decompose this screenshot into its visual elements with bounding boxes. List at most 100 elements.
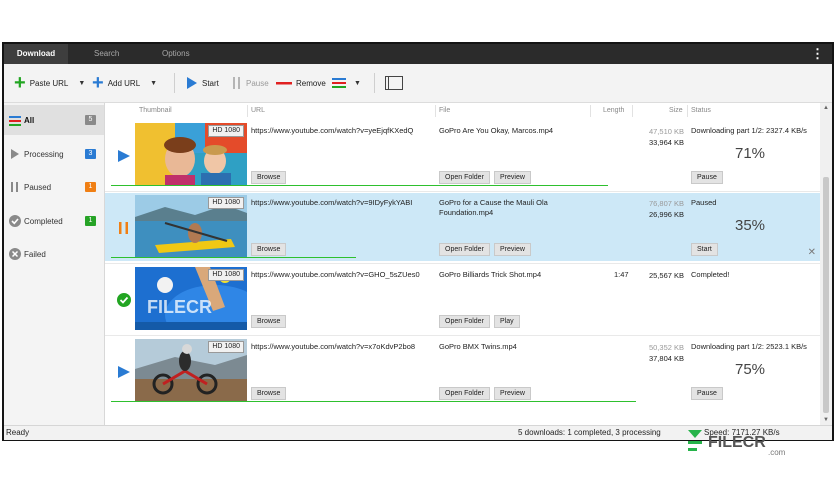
toolbar-divider: [174, 73, 175, 93]
browse-button[interactable]: Browse: [251, 171, 287, 184]
column-header-file[interactable]: File: [439, 103, 450, 119]
download-row[interactable]: HD 1080 https://www.youtube.com/watch?v=…: [105, 193, 820, 261]
downloads-list: Thumbnail URL File Length Size Status HD…: [105, 103, 820, 425]
paste-url-label: Paste URL: [29, 78, 69, 88]
tab-search[interactable]: Search: [94, 44, 119, 64]
sidebar-item-label: Processing: [24, 149, 64, 159]
progress-percent: 35%: [735, 217, 766, 234]
file-size: 47,510 KB 33,964 KB: [636, 126, 684, 148]
tab-download[interactable]: Download: [4, 44, 68, 64]
download-row[interactable]: HD 1080 FILECR https://www.youtube.com/w…: [105, 265, 820, 333]
quality-badge: HD 1080: [208, 197, 244, 209]
file-name: GoPro for a Cause the Mauli Ola Foundati…: [439, 198, 548, 217]
vertical-scrollbar[interactable]: ▲ ▼: [820, 103, 832, 425]
plus-icon: +: [14, 72, 26, 94]
preview-button[interactable]: Preview: [494, 387, 531, 400]
preview-button[interactable]: Preview: [494, 171, 531, 184]
download-row[interactable]: HD 1080 https://www.youtube.com/watch?v=…: [105, 121, 820, 189]
chevron-down-icon[interactable]: ▼: [150, 80, 157, 87]
size-downloaded: 47,510 KB: [648, 127, 684, 136]
status-text: Completed!: [691, 270, 730, 279]
progress-bar: [111, 257, 356, 258]
sidebar: All 5 Processing 3 Paused 1 Completed 1 …: [4, 103, 105, 425]
count-badge: 1: [85, 216, 96, 226]
list-icon: [9, 114, 21, 126]
status-text: Paused: [691, 198, 717, 207]
open-folder-button[interactable]: Open Folder: [439, 171, 490, 184]
remove-label: Remove: [296, 78, 326, 88]
row-divider: [105, 191, 820, 192]
preview-button[interactable]: Preview: [494, 243, 531, 256]
play-icon: [187, 77, 197, 89]
more-options-icon[interactable]: ⋮: [811, 47, 824, 61]
sort-menu-button[interactable]: ▼: [332, 74, 361, 92]
file-size: 25,567 KB: [636, 270, 684, 281]
column-divider: [435, 105, 436, 117]
pause-button[interactable]: Pause: [691, 171, 723, 184]
pause-button[interactable]: Pause: [232, 74, 269, 92]
minus-icon: [276, 82, 292, 85]
sidebar-item-processing[interactable]: Processing 3: [4, 139, 104, 169]
column-divider: [687, 105, 688, 117]
scroll-down-icon[interactable]: ▼: [823, 417, 829, 423]
quality-badge: HD 1080: [208, 269, 244, 281]
column-header-url[interactable]: URL: [251, 103, 265, 119]
start-button[interactable]: Start: [691, 243, 718, 256]
chevron-down-icon[interactable]: ▼: [78, 80, 85, 87]
scroll-up-icon[interactable]: ▲: [823, 105, 829, 111]
column-header-status[interactable]: Status: [691, 103, 711, 119]
watermark-text: FILECR: [147, 297, 212, 317]
quality-badge: HD 1080: [208, 341, 244, 353]
watermark-text: FILECR: [708, 434, 766, 451]
size-downloaded: 50,352 KB: [648, 343, 684, 352]
video-thumbnail: HD 1080 FILECR: [135, 267, 247, 330]
sidebar-item-label: Completed: [24, 216, 63, 226]
start-button[interactable]: Start: [186, 74, 219, 92]
remove-button[interactable]: Remove: [276, 74, 326, 92]
progress-bar: [111, 401, 636, 402]
file-name: GoPro Are You Okay, Marcos.mp4: [439, 126, 554, 135]
column-header-thumbnail[interactable]: Thumbnail: [139, 103, 172, 119]
file-size: 76,807 KB 26,996 KB: [636, 198, 684, 220]
video-url: https://www.youtube.com/watch?v=GHO_5sZU…: [251, 270, 420, 279]
sidebar-item-completed[interactable]: Completed 1: [4, 206, 104, 236]
column-divider: [632, 105, 633, 117]
toolbar: + Paste URL ▼ + Add URL ▼ Start Pause Re…: [4, 64, 832, 103]
column-header-length[interactable]: Length: [603, 103, 624, 119]
column-header-size[interactable]: Size: [669, 103, 683, 119]
browse-button[interactable]: Browse: [251, 387, 287, 400]
watermark-domain: .com: [768, 448, 786, 457]
start-label: Start: [202, 78, 219, 88]
sidebar-item-paused[interactable]: Paused 1: [4, 172, 104, 202]
column-divider: [590, 105, 591, 117]
video-url: https://www.youtube.com/watch?v=yeEjqfKX…: [251, 126, 414, 135]
status-text: Downloading part 1/2: 2523.1 KB/s: [691, 342, 807, 351]
paste-url-button[interactable]: + Paste URL ▼: [14, 72, 85, 94]
video-url: https://www.youtube.com/watch?v=x7oKdvP2…: [251, 342, 416, 351]
add-url-button[interactable]: + Add URL ▼: [92, 73, 157, 93]
scrollbar-thumb[interactable]: [823, 177, 829, 413]
browse-button[interactable]: Browse: [251, 243, 287, 256]
play-icon: [118, 150, 130, 162]
layout-toggle-button[interactable]: [385, 74, 403, 92]
chevron-down-icon[interactable]: ▼: [354, 80, 361, 87]
pause-button[interactable]: Pause: [691, 387, 723, 400]
downloads-summary: 5 downloads: 1 completed, 3 processing: [518, 428, 661, 437]
size-total: 25,567 KB: [648, 271, 684, 280]
close-icon[interactable]: ✕: [808, 247, 816, 258]
video-thumbnail: HD 1080: [135, 195, 247, 258]
quality-badge: HD 1080: [208, 125, 244, 137]
open-folder-button[interactable]: Open Folder: [439, 387, 490, 400]
play-button[interactable]: Play: [494, 315, 520, 328]
pause-icon: [9, 181, 21, 193]
tab-options[interactable]: Options: [162, 44, 190, 64]
download-row[interactable]: HD 1080 https://www.youtube.com/watch?v=…: [105, 337, 820, 405]
status-text: Downloading part 1/2: 2327.4 KB/s: [691, 126, 807, 135]
sidebar-item-failed[interactable]: Failed: [4, 239, 104, 269]
check-circle-icon: [9, 215, 21, 227]
open-folder-button[interactable]: Open Folder: [439, 315, 490, 328]
browse-button[interactable]: Browse: [251, 315, 287, 328]
file-name: GoPro BMX Twins.mp4: [439, 342, 517, 351]
open-folder-button[interactable]: Open Folder: [439, 243, 490, 256]
sidebar-item-all[interactable]: All 5: [4, 105, 104, 135]
